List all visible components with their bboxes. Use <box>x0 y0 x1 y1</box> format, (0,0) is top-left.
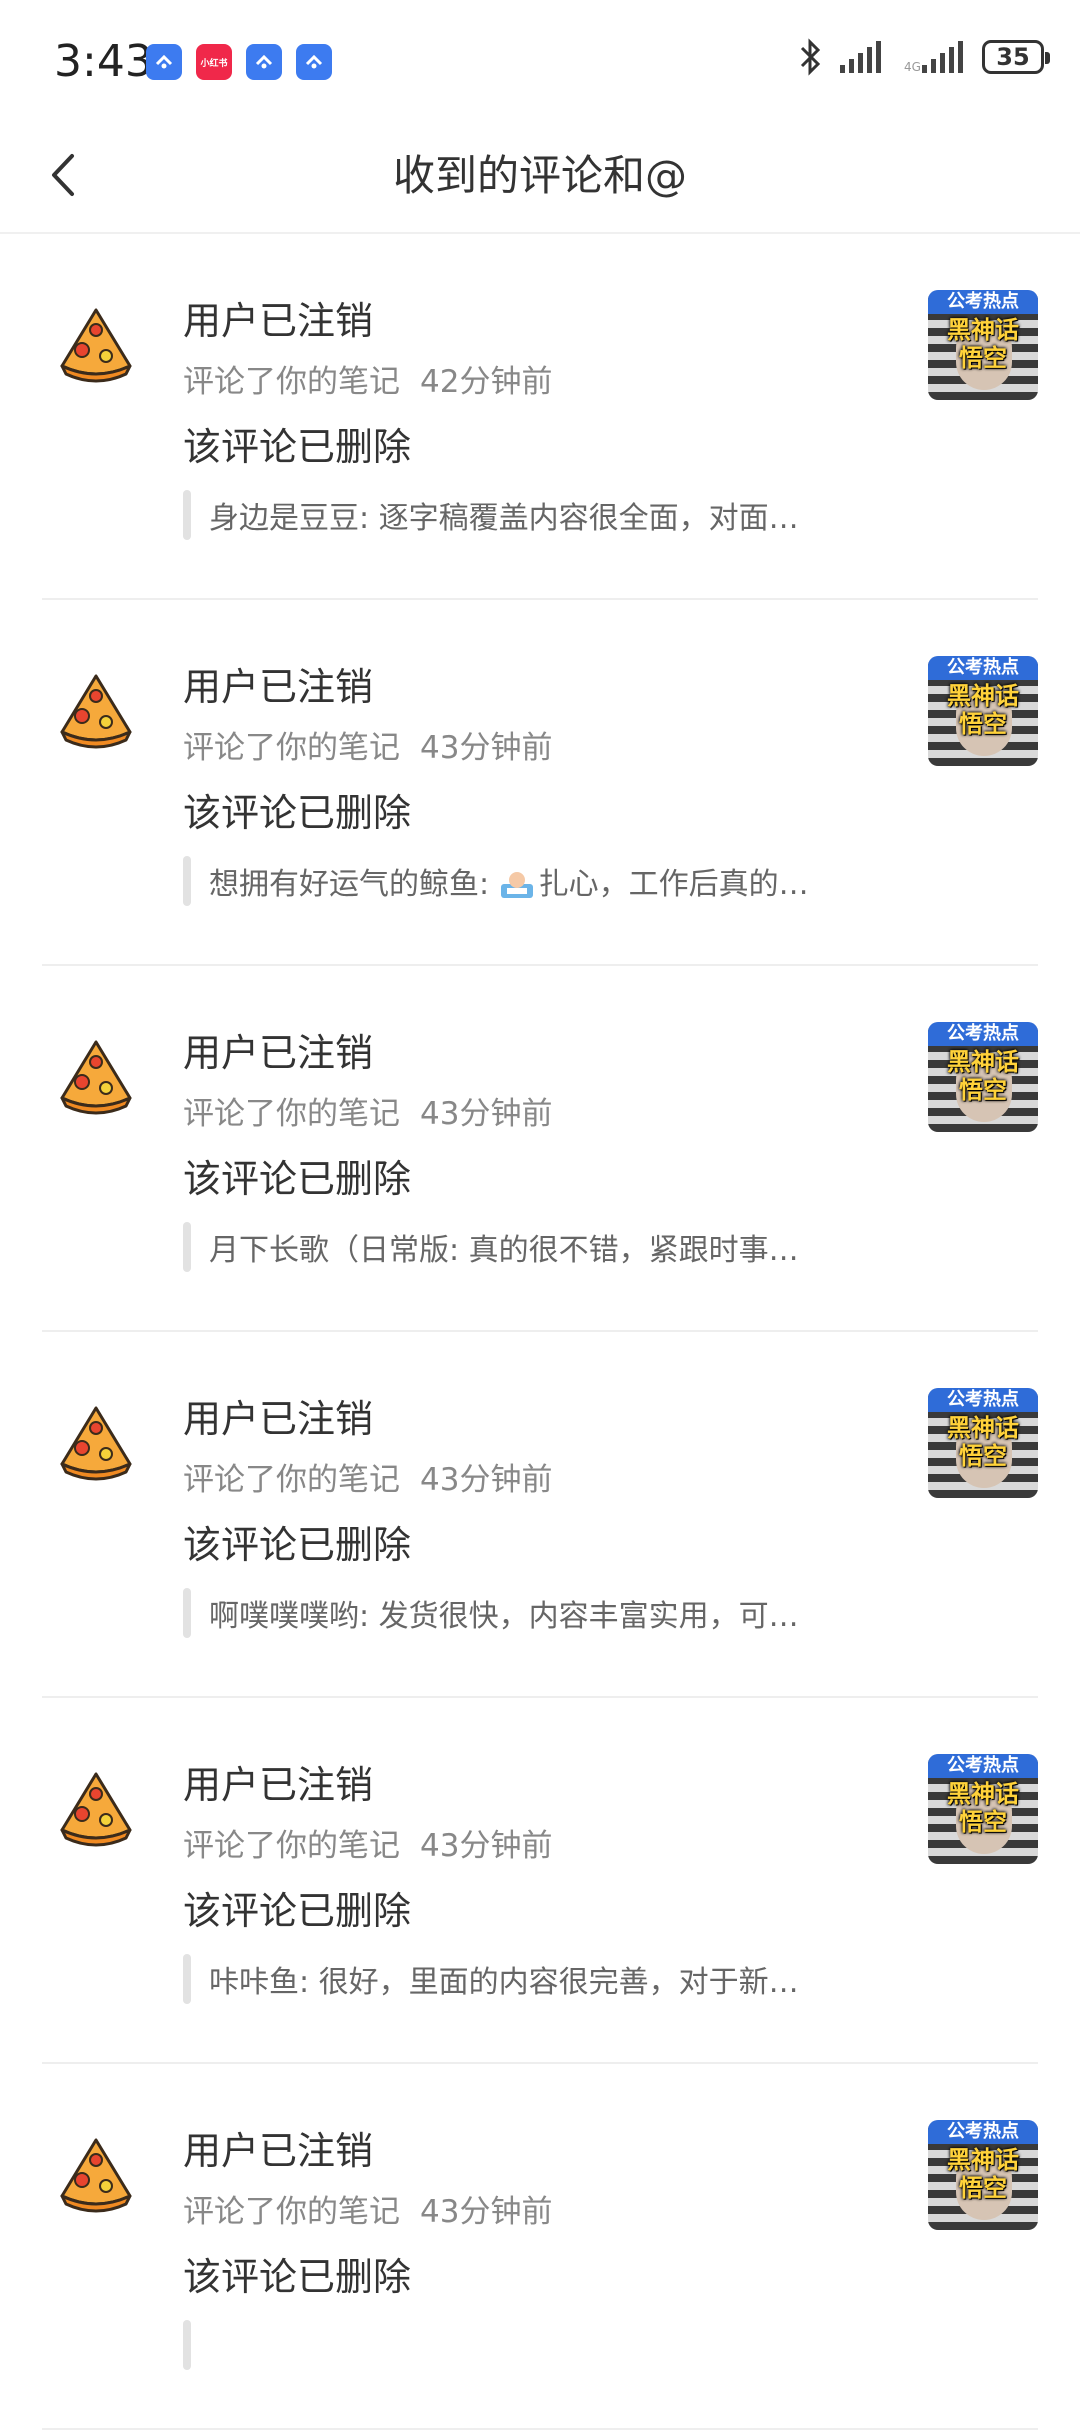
action-text: 评论了你的笔记 <box>183 1096 400 1132</box>
quoted-comment <box>183 2320 863 2370</box>
pizza-avatar-icon[interactable] <box>56 1036 136 1116</box>
quote-text: 想拥有好运气的鲸鱼: 扎心，工作后真的… <box>209 867 809 902</box>
comment-meta: 评论了你的笔记 42分钟前 <box>183 356 552 401</box>
username[interactable]: 用户已注销 <box>183 2120 373 2175</box>
comment-text: 该评论已删除 <box>183 1157 412 1201</box>
note-thumbnail[interactable]: 公考热点 黑神话悟空 <box>928 1022 1038 1132</box>
status-bar: 3:43 小红书 4G 35 <box>0 0 1080 118</box>
thumbnail-tag: 公考热点 <box>928 2120 1038 2144</box>
header: 收到的评论和@ <box>0 118 1080 234</box>
status-time: 3:43 <box>54 36 153 87</box>
username[interactable]: 用户已注销 <box>183 656 373 711</box>
note-thumbnail[interactable]: 公考热点 黑神话悟空 <box>928 1754 1038 1864</box>
quote-bar <box>183 490 191 540</box>
battery-indicator: 35 <box>982 40 1050 74</box>
quoted-comment: 身边是豆豆: 逐字稿覆盖内容很全面，对面… <box>183 490 863 540</box>
quoted-comment: 想拥有好运气的鲸鱼: 扎心，工作后真的… <box>183 856 863 906</box>
xiaohongshu-icon: 小红书 <box>196 44 232 80</box>
thumbnail-tag: 公考热点 <box>928 1388 1038 1412</box>
notification-icons: 小红书 <box>146 44 332 80</box>
battery-level: 35 <box>996 43 1030 71</box>
timestamp: 43分钟前 <box>420 1096 553 1132</box>
username[interactable]: 用户已注销 <box>183 1754 373 1809</box>
quoted-comment: 月下长歌（日常版: 真的很不错，紧跟时事… <box>183 1222 863 1272</box>
timestamp: 43分钟前 <box>420 2194 553 2230</box>
comment-list-item[interactable]: 用户已注销 评论了你的笔记 42分钟前 该评论已删除 身边是豆豆: 逐字稿覆盖内容… <box>0 234 1080 600</box>
comment-meta: 评论了你的笔记 43分钟前 <box>183 1454 552 1499</box>
thumbnail-tag: 公考热点 <box>928 656 1038 680</box>
username[interactable]: 用户已注销 <box>183 1022 373 1077</box>
thumbnail-title: 黑神话悟空 <box>947 682 1019 738</box>
pizza-avatar-icon[interactable] <box>56 1402 136 1482</box>
comment-meta: 评论了你的笔记 43分钟前 <box>183 722 552 767</box>
quote-text: 月下长歌（日常版: 真的很不错，紧跟时事… <box>209 1233 799 1268</box>
pizza-avatar-icon[interactable] <box>56 2134 136 2214</box>
quote-bar <box>183 1954 191 2004</box>
timestamp: 43分钟前 <box>420 1828 553 1864</box>
note-thumbnail[interactable]: 公考热点 黑神话悟空 <box>928 2120 1038 2230</box>
action-text: 评论了你的笔记 <box>183 730 400 766</box>
comment-text: 该评论已删除 <box>183 1889 412 1933</box>
bluetooth-icon <box>800 38 821 76</box>
blue-app-icon <box>296 44 332 80</box>
comment-text: 该评论已删除 <box>183 2255 412 2299</box>
comment-list-item[interactable]: 用户已注销 评论了你的笔记 43分钟前 该评论已删除 啊噗噗噗哟: 发货很快，内容… <box>0 1332 1080 1698</box>
note-thumbnail[interactable]: 公考热点 黑神话悟空 <box>928 290 1038 400</box>
svg-text:4G: 4G <box>904 60 921 74</box>
action-text: 评论了你的笔记 <box>183 1828 400 1864</box>
signal-icon-secondary: 4G <box>904 41 963 74</box>
quoted-comment: 啊噗噗噗哟: 发货很快，内容丰富实用，可… <box>183 1588 863 1638</box>
pizza-avatar-icon[interactable] <box>56 1768 136 1848</box>
timestamp: 42分钟前 <box>420 364 553 400</box>
page-title: 收到的评论和@ <box>392 151 687 200</box>
comment-meta: 评论了你的笔记 43分钟前 <box>183 2186 552 2231</box>
quote-bar <box>183 2320 191 2370</box>
thumbnail-tag: 公考热点 <box>928 290 1038 314</box>
note-thumbnail[interactable]: 公考热点 黑神话悟空 <box>928 1388 1038 1498</box>
comment-list-item[interactable]: 用户已注销 评论了你的笔记 43分钟前 该评论已删除 公考热点 黑神话悟空 <box>0 2064 1080 2430</box>
quote-text: 咔咔鱼: 很好，里面的内容很完善，对于新… <box>209 1965 799 2000</box>
blue-app-icon <box>146 44 182 80</box>
note-thumbnail[interactable]: 公考热点 黑神话悟空 <box>928 656 1038 766</box>
quote-bar <box>183 856 191 906</box>
thumbnail-title: 黑神话悟空 <box>947 1414 1019 1470</box>
comment-text: 该评论已删除 <box>183 1523 412 1567</box>
comment-meta: 评论了你的笔记 43分钟前 <box>183 1820 552 1865</box>
quote-text: 啊噗噗噗哟: 发货很快，内容丰富实用，可… <box>209 1599 799 1634</box>
action-text: 评论了你的笔记 <box>183 364 400 400</box>
status-right: 4G 35 <box>798 38 1050 76</box>
pizza-avatar-icon[interactable] <box>56 304 136 384</box>
username[interactable]: 用户已注销 <box>183 290 373 345</box>
quoted-comment: 咔咔鱼: 很好，里面的内容很完善，对于新… <box>183 1954 863 2004</box>
comment-list-item[interactable]: 用户已注销 评论了你的笔记 43分钟前 该评论已删除 咔咔鱼: 很好，里面的内容很… <box>0 1698 1080 2064</box>
thumbnail-title: 黑神话悟空 <box>947 316 1019 372</box>
quote-bar <box>183 1588 191 1638</box>
thumbnail-title: 黑神话悟空 <box>947 1048 1019 1104</box>
timestamp: 43分钟前 <box>420 1462 553 1498</box>
comment-text: 该评论已删除 <box>183 791 412 835</box>
thumbnail-title: 黑神话悟空 <box>947 2146 1019 2202</box>
comment-meta: 评论了你的笔记 43分钟前 <box>183 1088 552 1133</box>
xiaohongshu-label: 小红书 <box>200 58 228 69</box>
pizza-avatar-icon[interactable] <box>56 670 136 750</box>
blue-app-icon <box>246 44 282 80</box>
quote-text: 身边是豆豆: 逐字稿覆盖内容很全面，对面… <box>209 501 799 536</box>
comment-list[interactable]: 用户已注销 评论了你的笔记 42分钟前 该评论已删除 身边是豆豆: 逐字稿覆盖内容… <box>0 234 1080 2430</box>
signal-icon <box>840 41 881 73</box>
thumbnail-tag: 公考热点 <box>928 1022 1038 1046</box>
action-text: 评论了你的笔记 <box>183 1462 400 1498</box>
username[interactable]: 用户已注销 <box>183 1388 373 1443</box>
action-text: 评论了你的笔记 <box>183 2194 400 2230</box>
comment-text: 该评论已删除 <box>183 425 412 469</box>
quote-bar <box>183 1222 191 1272</box>
office-worker-emoji <box>500 872 533 898</box>
timestamp: 43分钟前 <box>420 730 553 766</box>
thumbnail-tag: 公考热点 <box>928 1754 1038 1778</box>
comment-list-item[interactable]: 用户已注销 评论了你的笔记 43分钟前 该评论已删除 月下长歌（日常版: 真的很不… <box>0 966 1080 1332</box>
comment-list-item[interactable]: 用户已注销 评论了你的笔记 43分钟前 该评论已删除 想拥有好运气的鲸鱼: 扎心，… <box>0 600 1080 966</box>
thumbnail-title: 黑神话悟空 <box>947 1780 1019 1836</box>
